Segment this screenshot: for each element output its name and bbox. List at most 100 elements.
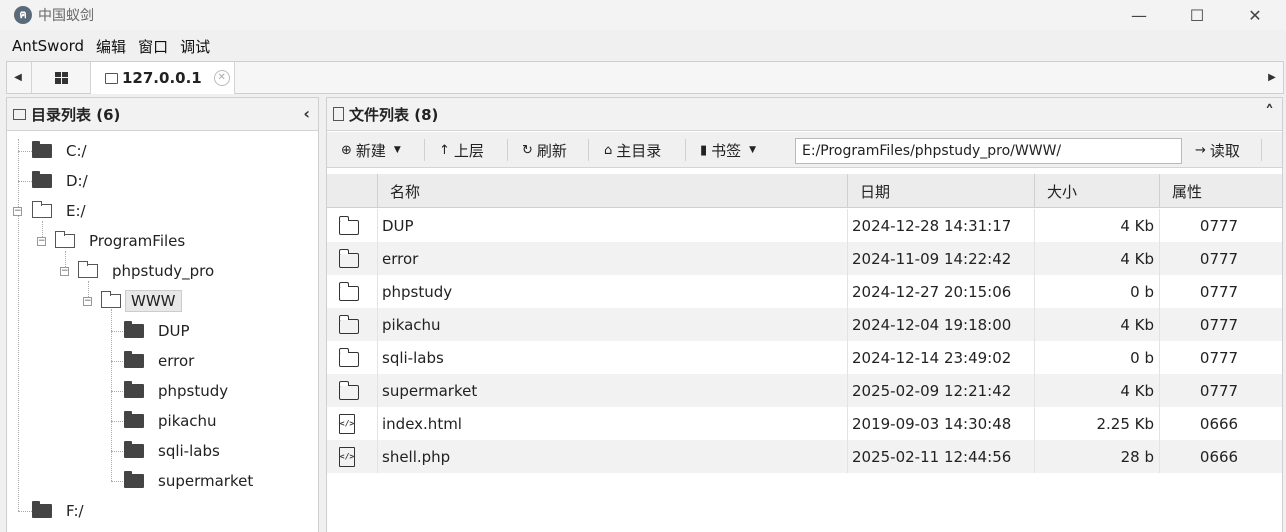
table-row[interactable]: error 2024-11-09 14:22:42 4 Kb 0777	[327, 242, 1282, 275]
tree-node-phpstudy-pro[interactable]: phpstudy_pro	[78, 259, 219, 283]
folder-icon	[32, 501, 52, 518]
table-row[interactable]: </> index.html 2019-09-03 14:30:48 2.25 …	[327, 407, 1282, 440]
folder-icon	[338, 347, 359, 367]
folder-icon	[105, 72, 118, 84]
chevron-down-icon: ▼	[393, 145, 401, 155]
bookmark-icon: ▮	[700, 142, 708, 158]
folder-icon	[124, 471, 144, 488]
folder-icon	[124, 321, 144, 338]
collapse-up-icon[interactable]: ˄	[1265, 102, 1274, 123]
code-file-icon: </>	[339, 446, 355, 467]
tab-label: 127.0.0.1	[122, 69, 202, 87]
chevron-down-icon: ▼	[749, 145, 757, 155]
tree-node-e[interactable]: E:/	[32, 199, 91, 223]
arrow-up-icon: ↑	[439, 142, 450, 158]
menu-debug[interactable]: 调试	[176, 36, 218, 57]
tree-collapse-phpstudy-pro-icon[interactable]: −	[60, 267, 69, 276]
folder-icon	[338, 215, 359, 235]
tree-collapse-www-icon[interactable]: −	[83, 297, 92, 306]
column-header-date[interactable]: 日期	[847, 174, 1034, 208]
folder-icon	[32, 171, 52, 188]
home-icon: ⌂	[604, 142, 613, 158]
table-row[interactable]: supermarket 2025-02-09 12:21:42 4 Kb 077…	[327, 374, 1282, 407]
antsword-logo-icon: ฅ	[14, 6, 32, 24]
menu-edit[interactable]: 编辑	[92, 36, 134, 57]
menu-bar: AntSword 编辑 窗口 调试	[0, 33, 1286, 59]
table-row[interactable]: pikachu 2024-12-04 19:18:00 4 Kb 0777	[327, 308, 1282, 341]
folder-icon	[338, 248, 359, 268]
folder-icon	[124, 351, 144, 368]
menu-window[interactable]: 窗口	[134, 36, 176, 57]
tree-node-phpstudy[interactable]: phpstudy	[124, 379, 233, 403]
tab-strip: ◀ 127.0.0.1 ✕ ▶	[6, 61, 1284, 94]
tree-node-dup[interactable]: DUP	[124, 319, 195, 343]
folder-open-icon	[101, 291, 121, 308]
plus-circle-icon: ⊕	[341, 142, 352, 158]
tree-collapse-programfiles-icon[interactable]: −	[37, 237, 46, 246]
directory-tree: − − − − C:/ D:/ E:/ ProgramFiles phpstud…	[7, 131, 318, 531]
refresh-icon: ↻	[522, 142, 533, 158]
window-title: 中国蚁剑	[38, 8, 94, 24]
arrow-right-icon: →	[1195, 142, 1206, 158]
grid-icon	[54, 71, 68, 84]
folder-icon	[124, 411, 144, 428]
folder-icon	[124, 441, 144, 458]
tree-node-error[interactable]: error	[124, 349, 199, 373]
folder-icon	[32, 141, 52, 158]
tree-node-sqli-labs[interactable]: sqli-labs	[124, 439, 225, 463]
directory-panel-header: 目录列表 (6) ‹	[7, 98, 318, 131]
directory-panel: 目录列表 (6) ‹ − − − − C:/ D:/ E:/ ProgramFi…	[6, 97, 319, 532]
maximize-button[interactable]: ☐	[1168, 0, 1226, 30]
tree-node-c[interactable]: C:/	[32, 139, 92, 163]
collapse-left-icon[interactable]: ‹	[303, 104, 310, 123]
tree-node-pikachu[interactable]: pikachu	[124, 409, 222, 433]
folder-open-icon	[78, 261, 98, 278]
column-header-attr[interactable]: 属性	[1159, 174, 1282, 208]
file-panel: 文件列表 (8) ˄ ⊕ 新建 ▼ ↑ 上层 ↻ 刷新 ⌂ 主目录 ▮ 书签 ▼	[326, 97, 1283, 532]
folder-open-icon	[55, 231, 75, 248]
file-panel-title: 文件列表 (8)	[349, 105, 439, 124]
table-row[interactable]: sqli-labs 2024-12-14 23:49:02 0 b 0777	[327, 341, 1282, 374]
file-panel-header: 文件列表 (8) ˄	[327, 98, 1282, 131]
folder-icon	[338, 314, 359, 334]
refresh-button[interactable]: ↻ 刷新	[522, 132, 567, 168]
menu-antsword[interactable]: AntSword	[0, 37, 92, 55]
file-grid: DUP 2024-12-28 14:31:17 4 Kb 0777 error …	[327, 209, 1282, 473]
read-button[interactable]: → 读取	[1195, 132, 1240, 168]
folder-open-icon	[32, 201, 52, 218]
code-file-icon: </>	[339, 413, 355, 434]
panel-splitter[interactable]	[319, 97, 326, 532]
minimize-button[interactable]: —	[1110, 0, 1168, 30]
tree-collapse-e-icon[interactable]: −	[13, 207, 22, 216]
table-row[interactable]: </> shell.php 2025-02-11 12:44:56 28 b 0…	[327, 440, 1282, 473]
tab-home[interactable]	[31, 62, 91, 93]
document-icon	[333, 107, 344, 121]
folder-icon	[338, 380, 359, 400]
close-button[interactable]: ✕	[1226, 0, 1284, 30]
tree-node-d[interactable]: D:/	[32, 169, 93, 193]
new-button[interactable]: ⊕ 新建 ▼	[341, 132, 401, 168]
column-header-name[interactable]: 名称	[377, 174, 847, 208]
home-button[interactable]: ⌂ 主目录	[604, 132, 661, 168]
tree-node-supermarket[interactable]: supermarket	[124, 469, 258, 493]
table-row[interactable]: phpstudy 2024-12-27 20:15:06 0 b 0777	[327, 275, 1282, 308]
table-row[interactable]: DUP 2024-12-28 14:31:17 4 Kb 0777	[327, 209, 1282, 242]
file-grid-header: 名称 日期 大小 属性	[327, 174, 1282, 208]
tab-127-0-0-1[interactable]: 127.0.0.1 ✕	[91, 62, 235, 94]
directory-panel-title: 目录列表 (6)	[31, 105, 121, 124]
bookmark-button[interactable]: ▮ 书签 ▼	[700, 132, 756, 168]
title-bar: ฅ 中国蚁剑 — ☐ ✕	[0, 0, 1286, 30]
folder-icon	[124, 381, 144, 398]
folder-icon	[13, 108, 26, 120]
up-button[interactable]: ↑ 上层	[439, 132, 484, 168]
tab-scroll-right-button[interactable]: ▶	[1261, 62, 1283, 93]
tree-node-programfiles[interactable]: ProgramFiles	[55, 229, 190, 253]
tab-scroll-left-button[interactable]: ◀	[7, 62, 29, 93]
tree-node-f[interactable]: F:/	[32, 499, 89, 523]
tree-node-www[interactable]: WWW	[101, 289, 182, 313]
folder-icon	[338, 281, 359, 301]
tab-close-icon[interactable]: ✕	[213, 70, 230, 86]
column-header-size[interactable]: 大小	[1034, 174, 1159, 208]
file-toolbar: ⊕ 新建 ▼ ↑ 上层 ↻ 刷新 ⌂ 主目录 ▮ 书签 ▼ → 读取	[327, 132, 1282, 168]
path-input[interactable]	[795, 138, 1182, 164]
